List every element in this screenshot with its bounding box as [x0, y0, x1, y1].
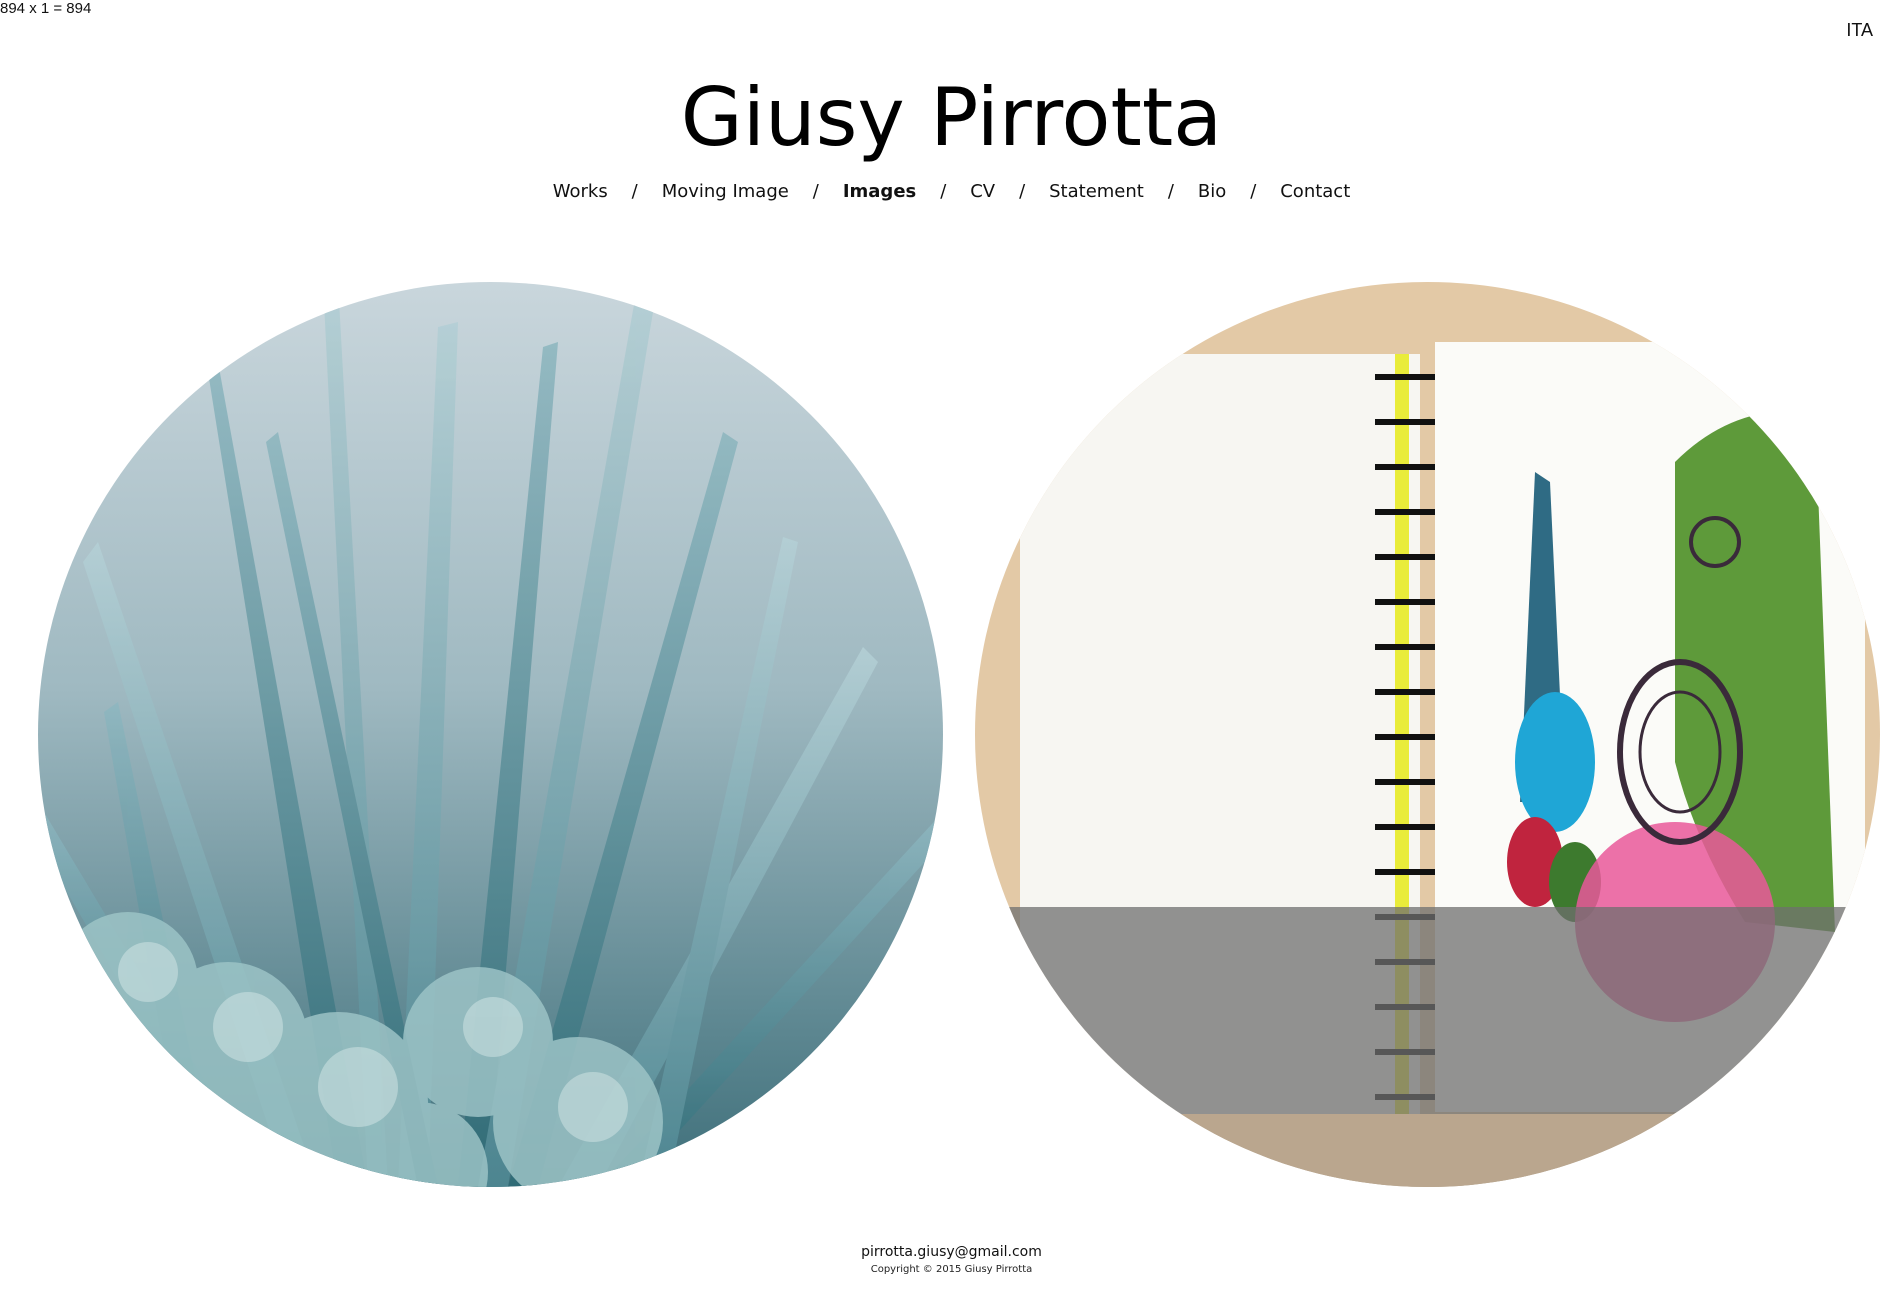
nav-item-bio[interactable]: Bio — [1198, 180, 1226, 204]
nav-item-contact[interactable]: Contact — [1280, 180, 1350, 204]
nav-item-images[interactable]: Images — [843, 180, 916, 204]
nav-separator: / — [812, 181, 819, 202]
nav-item-works[interactable]: Works — [553, 180, 608, 204]
gallery-image-foliage[interactable] — [38, 282, 943, 1187]
gallery-image-sketchbook[interactable] — [975, 282, 1880, 1187]
nav-item-statement[interactable]: Statement — [1049, 180, 1144, 204]
language-switch-link[interactable]: ITA — [1846, 20, 1873, 41]
page: 894 x 1 = 894 ITA Giusy Pirrotta Works /… — [0, 0, 1903, 1293]
footer-copyright: Copyright © 2015 Giusy Pirrotta — [870, 1264, 1033, 1275]
nav-item-moving-image[interactable]: Moving Image — [662, 180, 789, 204]
foliage-photo — [38, 282, 943, 1187]
footer-email-link[interactable]: pirrotta.giusy@gmail.com — [0, 1243, 1903, 1261]
nav-separator: / — [1250, 181, 1257, 202]
nav-item-cv[interactable]: CV — [970, 180, 995, 204]
site-title[interactable]: Giusy Pirrotta — [0, 70, 1903, 166]
nav-separator: / — [631, 181, 638, 202]
nav-separator: / — [1167, 181, 1174, 202]
nav-separator: / — [940, 181, 947, 202]
footer: pirrotta.giusy@gmail.com Copyright © 201… — [0, 1243, 1903, 1277]
debug-dimensions-text: 894 x 1 = 894 — [0, 0, 92, 17]
nav-separator: / — [1019, 181, 1026, 202]
main-nav: Works / Moving Image / Images / CV / Sta… — [0, 180, 1903, 204]
sketchbook-photo — [975, 282, 1880, 1187]
